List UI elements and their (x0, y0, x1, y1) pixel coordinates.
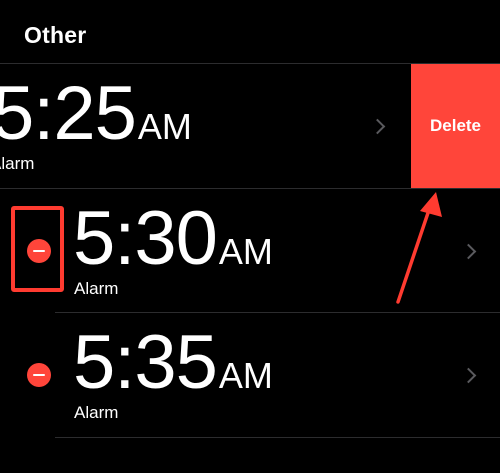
alarm-label-text: Alarm (74, 403, 119, 422)
alarm-label-text: Alarm (74, 279, 119, 298)
chevron-right-icon (460, 243, 477, 260)
section-header: Other (24, 22, 87, 48)
alarm-row-3[interactable]: 5:35AM Alarm (0, 313, 500, 437)
chevron-right-icon (460, 367, 477, 384)
alarm-time-digits: 5:25 (0, 71, 137, 156)
chevron-right-icon (369, 118, 386, 135)
alarm-row-2[interactable]: 5:30AM Alarm (0, 189, 500, 313)
alarm-time: 5:30AM (73, 201, 273, 277)
alarm-time-ampm: AM (218, 355, 273, 396)
alarm-label: Alarm (74, 279, 118, 299)
separator (55, 437, 500, 438)
alarm-label-text: Alarm (0, 154, 35, 173)
delete-button[interactable]: Delete (411, 64, 500, 188)
alarm-label: Alarm (0, 154, 34, 174)
alarm-time-ampm: AM (218, 231, 273, 272)
alarm-time: 5:25AM (0, 76, 192, 152)
alarm-time-digits: 5:35 (73, 320, 218, 405)
annotation-highlight-box (11, 206, 64, 292)
minus-circle-icon[interactable] (27, 363, 51, 387)
alarm-time-ampm: AM (137, 106, 192, 147)
alarm-time-digits: 5:30 (73, 196, 218, 281)
alarm-label: Alarm (74, 403, 118, 423)
alarm-time: 5:35AM (73, 325, 273, 401)
